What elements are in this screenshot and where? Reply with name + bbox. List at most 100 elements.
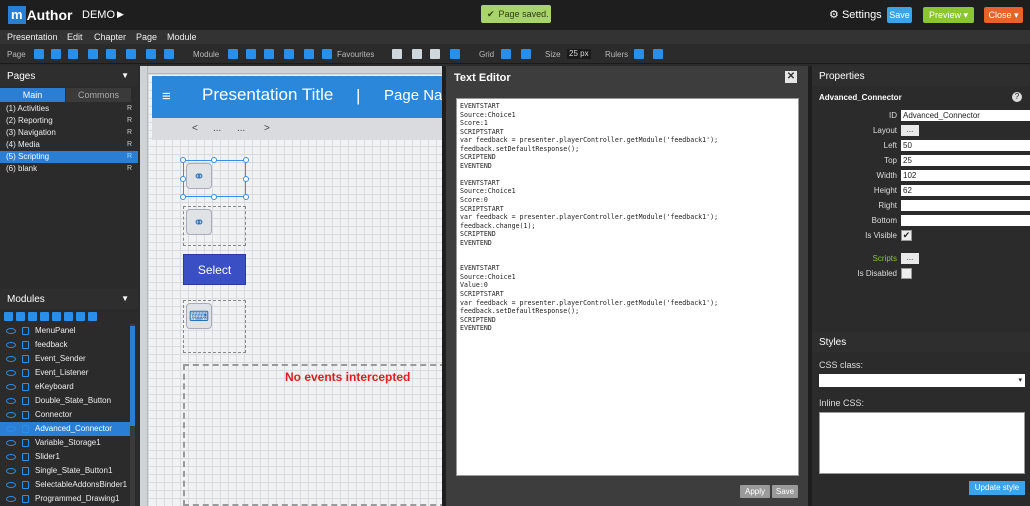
- module-item[interactable]: Slider1: [0, 450, 130, 464]
- menu-page[interactable]: Page: [136, 32, 157, 42]
- eye-icon[interactable]: [6, 412, 16, 418]
- eye-icon[interactable]: [6, 496, 16, 502]
- page-item[interactable]: (5) Scripting R: [0, 151, 138, 163]
- lock-icon[interactable]: [22, 327, 29, 335]
- eye-icon[interactable]: [6, 426, 16, 432]
- apply-button[interactable]: Apply: [740, 485, 770, 498]
- preview-button[interactable]: Preview ▾: [923, 7, 974, 23]
- add-page-icon[interactable]: [34, 49, 44, 59]
- breadcrumb-ellipsis[interactable]: ...: [213, 123, 221, 134]
- page-settings-icon[interactable]: [68, 49, 78, 59]
- grid-snap-icon[interactable]: [521, 49, 531, 59]
- next-page-icon[interactable]: >: [264, 123, 270, 134]
- prev-page-icon[interactable]: <: [192, 123, 198, 134]
- page-report-flag[interactable]: R: [127, 103, 132, 115]
- text-module-icon[interactable]: [412, 49, 422, 59]
- connector-module[interactable]: ⚭: [183, 206, 246, 246]
- grid-eye-icon[interactable]: [501, 49, 511, 59]
- save-button[interactable]: Save: [887, 7, 912, 23]
- resize-handle[interactable]: [243, 157, 249, 163]
- page-item[interactable]: (4) Media R: [0, 139, 138, 151]
- event-listener-module[interactable]: No events intercepted: [183, 364, 446, 506]
- help-icon[interactable]: ?: [1012, 92, 1022, 102]
- move-down-icon[interactable]: [64, 312, 73, 321]
- close-button[interactable]: Close ▾: [984, 7, 1023, 23]
- modules-scrollbar[interactable]: [130, 324, 135, 506]
- select-button[interactable]: Select: [183, 254, 246, 285]
- menu-edit[interactable]: Edit: [67, 32, 83, 42]
- lock-icon[interactable]: [22, 411, 29, 419]
- undo-icon[interactable]: [228, 49, 238, 59]
- module-item[interactable]: Double_State_Button: [0, 394, 130, 408]
- eye-icon[interactable]: [6, 440, 16, 446]
- left-field[interactable]: 50: [901, 140, 1030, 151]
- module-item[interactable]: Single_State_Button1: [0, 464, 130, 478]
- close-icon[interactable]: ✕: [785, 71, 797, 83]
- module-item[interactable]: feedback: [0, 338, 130, 352]
- height-field[interactable]: 62: [901, 185, 1030, 196]
- lock-icon[interactable]: [22, 397, 29, 405]
- unlock-all-icon[interactable]: [40, 312, 49, 321]
- lock-icon[interactable]: [22, 341, 29, 349]
- paste-page-icon[interactable]: [106, 49, 116, 59]
- group-icon[interactable]: [284, 49, 294, 59]
- menu-module[interactable]: Module: [167, 32, 197, 42]
- save-script-button[interactable]: Save: [772, 485, 798, 498]
- page-report-flag[interactable]: R: [127, 139, 132, 151]
- bottom-field[interactable]: [901, 215, 1030, 226]
- page-item[interactable]: (6) blank R: [0, 163, 138, 175]
- redo-icon[interactable]: [246, 49, 256, 59]
- resize-handle[interactable]: [243, 176, 249, 182]
- page-report-flag[interactable]: R: [127, 127, 132, 139]
- mauthor-logo[interactable]: m Author: [8, 6, 72, 24]
- lock-icon[interactable]: [22, 425, 29, 433]
- module-item[interactable]: eKeyboard: [0, 380, 130, 394]
- show-all-icon[interactable]: [4, 312, 13, 321]
- move-top-icon[interactable]: [76, 312, 85, 321]
- module-item[interactable]: Event_Sender: [0, 352, 130, 366]
- module-item[interactable]: Event_Listener: [0, 366, 130, 380]
- copy-module-icon[interactable]: [304, 49, 314, 59]
- tab-main[interactable]: Main: [0, 88, 65, 102]
- page-item[interactable]: (1) Activities R: [0, 103, 138, 115]
- resize-handle[interactable]: [180, 157, 186, 163]
- menu-chapter[interactable]: Chapter: [94, 32, 126, 42]
- resize-handle[interactable]: [211, 157, 217, 163]
- eye-icon[interactable]: [6, 482, 16, 488]
- menu-presentation[interactable]: Presentation: [7, 32, 58, 42]
- favourites-gear-icon[interactable]: [450, 49, 460, 59]
- width-field[interactable]: 102: [901, 170, 1030, 181]
- move-bottom-icon[interactable]: [88, 312, 97, 321]
- css-class-select[interactable]: ▾: [819, 374, 1025, 387]
- eye-icon[interactable]: [6, 384, 16, 390]
- align-icon[interactable]: [264, 49, 274, 59]
- edit-page-icon[interactable]: [126, 49, 136, 59]
- eye-icon[interactable]: [6, 370, 16, 376]
- resize-handle[interactable]: [243, 194, 249, 200]
- inline-css-textarea[interactable]: [819, 412, 1025, 474]
- resize-handle[interactable]: [180, 176, 186, 182]
- is-disabled-checkbox[interactable]: [901, 268, 912, 279]
- scrollbar-thumb[interactable]: [130, 326, 135, 426]
- move-up-icon[interactable]: [146, 49, 156, 59]
- layout-button[interactable]: ...: [901, 125, 919, 136]
- settings-button[interactable]: ⚙ Settings: [829, 8, 882, 21]
- rulers-snap-icon[interactable]: [653, 49, 663, 59]
- page-report-flag[interactable]: R: [127, 151, 132, 163]
- add-chapter-icon[interactable]: [51, 49, 61, 59]
- lock-all-icon[interactable]: [28, 312, 37, 321]
- update-style-button[interactable]: Update style: [969, 481, 1025, 495]
- eye-icon[interactable]: [6, 328, 16, 334]
- module-item[interactable]: Variable_Storage1: [0, 436, 130, 450]
- chevron-down-icon[interactable]: ▾: [964, 10, 969, 20]
- eye-icon[interactable]: [6, 468, 16, 474]
- id-field[interactable]: Advanced_Connector: [901, 110, 1030, 121]
- ekeyboard-module[interactable]: ⌨: [183, 300, 246, 353]
- eye-icon[interactable]: [6, 356, 16, 362]
- move-down-icon[interactable]: [164, 49, 174, 59]
- abc-module-icon[interactable]: [430, 49, 440, 59]
- module-item[interactable]: Programmed_Drawing1: [0, 492, 130, 506]
- menu-icon[interactable]: ≡: [162, 89, 180, 104]
- module-item[interactable]: SelectableAddonsBinder1: [0, 478, 130, 492]
- resize-handle[interactable]: [211, 194, 217, 200]
